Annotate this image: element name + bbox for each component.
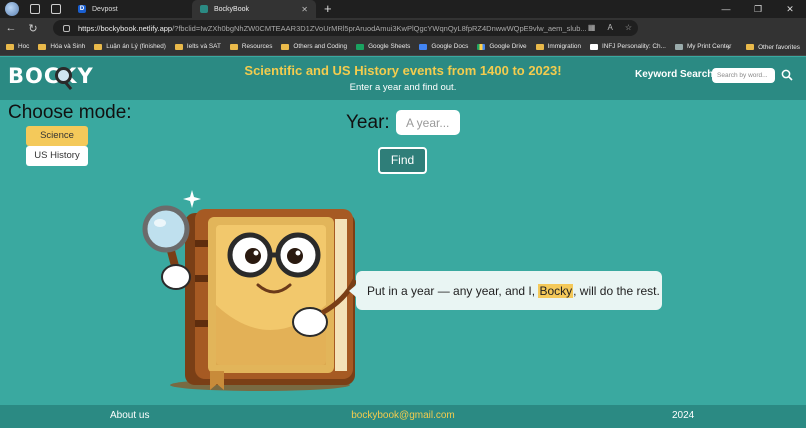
bookmark-item[interactable]: Others and Coding [281,43,347,50]
page-subtitle: Enter a year and find out. [349,82,457,93]
bookmark-label: Resources [241,43,273,50]
bookmark-item[interactable]: Google Drive [477,43,527,50]
url-host: https://bockybook.netlify.app [78,23,173,33]
tab-devpost[interactable]: D Devpost [70,0,192,18]
address-bar-actions: ▦ A ☆ [588,23,632,32]
close-tab-icon[interactable]: ✕ [301,5,308,14]
read-aloud-icon[interactable]: A [607,23,612,32]
bookmark-item[interactable]: Luận án Lý (finished) [94,43,166,50]
google-drive-icon [477,43,486,50]
apps-icon[interactable]: ▦ [588,23,596,32]
bookmark-label: INFJ Personality: Ch... [602,43,666,50]
bookmark-label: Google Docs [431,43,469,50]
site-info-icon[interactable] [63,24,70,32]
back-icon[interactable]: ← [0,22,22,34]
url-path: /?fbclid=IwZXh0bgNhZW0CMTEAAR3D1ZVoUrMRl… [172,23,587,33]
bookmark-label: Immigration [547,43,581,50]
favorite-star-icon[interactable]: ☆ [625,23,632,32]
close-window-icon[interactable]: ✕ [774,4,806,15]
folder-icon [229,43,238,50]
bookmark-label: Hóa và Sinh [50,43,86,50]
mode-us-history-button[interactable]: US History [26,146,88,166]
folder-icon [535,43,544,50]
bookmark-label: Hoc [18,43,30,50]
choose-mode-title: Choose mode: [8,102,132,123]
folder-icon [746,44,755,50]
footer-year: 2024 [672,410,695,421]
keyword-search-label: Keyword Search: [635,69,717,80]
tab-label: BockyBook [214,5,250,13]
tab-bockybook[interactable]: BockyBook ✕ [192,0,316,18]
address-bar[interactable]: https://bockybook.netlify.app/?fbclid=Iw… [53,20,638,36]
bockybook-favicon-icon [200,5,208,13]
bookmark-label: Luận án Lý (finished) [106,43,166,50]
folder-icon [281,43,290,50]
folder-icon [6,43,14,50]
bookmark-label: Ielts và SAT [186,43,221,50]
folder-icon [94,43,103,50]
search-icon[interactable] [781,69,793,81]
bookmarks-overflow-icon[interactable]: › [727,42,730,52]
bookmark-label: My Print Center [686,43,732,50]
folder-icon [38,43,47,50]
other-favorites-label: Other favorites [758,43,800,51]
bookmark-item[interactable]: Hóa và Sinh [38,43,85,50]
bookmark-label: Others and Coding [293,43,348,50]
new-tab-icon[interactable]: + [324,0,332,18]
bookmark-item[interactable]: Immigration [535,43,581,50]
tab-label: Devpost [92,5,118,13]
folder-icon [174,43,183,50]
window-controls: — ❐ ✕ [710,0,806,18]
google-docs-icon [419,43,428,50]
year-label: Year: [346,112,390,133]
bookmark-item[interactable]: Ielts và SAT [174,43,221,50]
bookmark-item[interactable]: Google Sheets [356,43,410,50]
bookmark-item[interactable]: Resources [229,43,273,50]
bookmark-item[interactable]: My Print Center [674,43,732,50]
devpost-favicon-icon: D [78,5,86,13]
minimize-icon[interactable]: — [710,4,742,14]
year-input[interactable] [396,110,460,135]
speech-bubble: Put in a year — any year, and I, Bocky, … [349,271,662,310]
workspaces-icon[interactable] [30,4,40,14]
bubble-text-before: Put in a year — any year, and I, [367,283,539,298]
other-favorites-folder[interactable]: Other favorites [746,38,800,56]
bocky-book-mascot [142,190,358,391]
bookmark-label: Google Drive [489,43,527,50]
browser-toolbar: ← ↻ https://bockybook.netlify.app/?fbcli… [0,18,806,52]
maximize-icon[interactable]: ❐ [742,4,774,15]
bookmark-item[interactable]: Hoc [6,43,29,50]
bookmark-item[interactable]: Google Docs [419,43,468,50]
bubble-text-after: , will do the rest. [573,283,660,298]
bookmark-item[interactable]: INFJ Personality: Ch... [590,43,666,50]
google-sheets-icon [356,43,365,50]
mode-science-button[interactable]: Science [26,126,88,146]
profile-avatar[interactable] [5,2,19,16]
bookmarks-bar: Hoc Hóa và Sinh Luận án Lý (finished) Ielts… [0,38,806,56]
printer-icon [674,43,683,50]
find-button[interactable]: Find [378,147,427,174]
bookmark-label: Google Sheets [368,43,411,50]
tab-actions-icon[interactable] [51,4,61,14]
keyword-search-input[interactable] [712,68,775,83]
browser-tab-strip: D Devpost BockyBook ✕ + — ❐ ✕ [0,0,806,18]
bocky-highlight: Bocky [538,283,574,298]
refresh-icon[interactable]: ↻ [22,22,44,35]
website-icon [590,43,598,50]
